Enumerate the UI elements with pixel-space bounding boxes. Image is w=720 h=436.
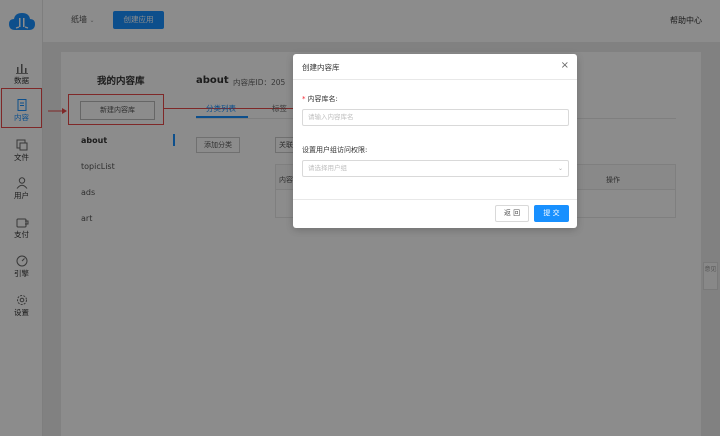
user-group-select[interactable]: 请选择用户组 ⌄ (302, 160, 569, 177)
library-name-label: * 内容库名: (302, 94, 338, 104)
permission-label: 设置用户组访问权限: (302, 146, 368, 154)
back-button[interactable]: 返 回 (495, 205, 529, 222)
required-mark: * (302, 95, 306, 103)
library-name-label-text: 内容库名: (307, 95, 338, 103)
library-name-input[interactable]: 请输入内容库名 (302, 109, 569, 126)
chevron-down-icon: ⌄ (557, 165, 563, 172)
close-icon[interactable]: × (561, 60, 569, 71)
modal-footer-divider (293, 199, 577, 200)
modal-title: 创建内容库 (302, 63, 340, 72)
create-library-modal: 创建内容库 × * 内容库名: 请输入内容库名 设置用户组访问权限: 请选择用户组… (293, 54, 577, 228)
modal-header: 创建内容库 × (293, 54, 577, 80)
submit-button[interactable]: 提 交 (534, 205, 569, 222)
user-group-placeholder: 请选择用户组 (308, 164, 347, 172)
